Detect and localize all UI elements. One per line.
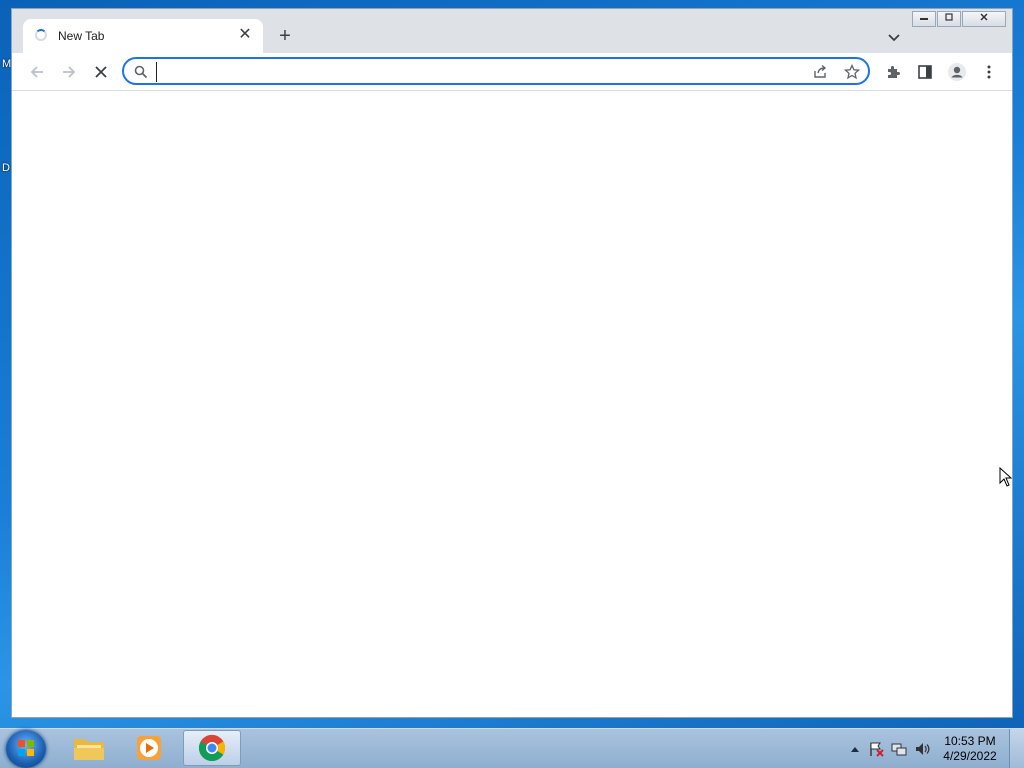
address-input[interactable]	[156, 62, 801, 82]
volume-icon	[916, 743, 930, 755]
close-icon	[980, 13, 988, 21]
search-icon	[134, 65, 148, 79]
media-player-icon	[137, 736, 161, 760]
caption-buttons	[911, 11, 1006, 29]
side-panel-button[interactable]	[913, 60, 937, 84]
show-hidden-icons-icon	[851, 747, 859, 752]
arrow-left-icon	[30, 66, 43, 78]
clock-date: 4/29/2022	[943, 749, 997, 763]
taskbar-clock[interactable]: 10:53 PM 4/29/2022	[940, 734, 1000, 764]
puzzle-icon	[888, 66, 900, 78]
minimize-icon	[920, 18, 928, 20]
page-content[interactable]	[12, 91, 1012, 717]
menu-button[interactable]	[977, 60, 1001, 84]
forward-button[interactable]	[57, 60, 81, 84]
loading-spinner-icon	[35, 29, 47, 41]
taskbar-chrome[interactable]	[183, 730, 241, 766]
minimize-button[interactable]	[912, 11, 936, 27]
network-icon	[891, 743, 907, 756]
chrome-window: New Tab ✕ +	[11, 8, 1013, 718]
desktop-icon-label[interactable]: D	[2, 162, 10, 174]
windows-logo-icon	[18, 740, 34, 756]
start-button[interactable]	[6, 730, 46, 768]
stop-x-icon	[95, 66, 107, 78]
side-panel-icon	[918, 65, 932, 79]
chevron-down-icon	[888, 34, 900, 42]
back-button[interactable]	[25, 60, 49, 84]
restore-icon	[945, 13, 953, 21]
avatar-icon	[948, 63, 966, 81]
title-bar: New Tab ✕ +	[12, 9, 1012, 53]
tab-close-button[interactable]: ✕	[235, 25, 255, 45]
address-bar[interactable]	[122, 57, 870, 85]
tab-search-button[interactable]	[884, 27, 904, 47]
taskbar-media-player[interactable]	[120, 730, 178, 766]
bookmark-star-icon	[844, 64, 860, 80]
profile-button[interactable]	[945, 60, 969, 84]
taskbar: 10:53 PM 4/29/2022	[0, 728, 1024, 768]
chrome-icon	[198, 734, 226, 762]
close-window-button[interactable]	[962, 11, 1006, 27]
restore-button[interactable]	[937, 11, 961, 27]
stop-button[interactable]	[89, 60, 113, 84]
mouse-cursor-icon	[999, 467, 1012, 487]
folder-icon	[74, 739, 104, 760]
clock-time: 10:53 PM	[944, 734, 996, 748]
toolbar	[12, 53, 1012, 91]
show-desktop-button[interactable]	[1009, 729, 1024, 768]
share-icon	[814, 64, 827, 78]
new-tab-button[interactable]: +	[271, 24, 299, 48]
extensions-button[interactable]	[881, 60, 905, 84]
taskbar-explorer[interactable]	[60, 730, 118, 766]
tab-title: New Tab	[58, 29, 105, 43]
more-vertical-icon	[987, 65, 991, 79]
desktop-icon-label[interactable]: M	[2, 58, 11, 70]
arrow-right-icon	[63, 66, 76, 78]
action-center-flag-icon	[870, 742, 884, 757]
tab-new-tab[interactable]: New Tab ✕	[23, 19, 263, 53]
